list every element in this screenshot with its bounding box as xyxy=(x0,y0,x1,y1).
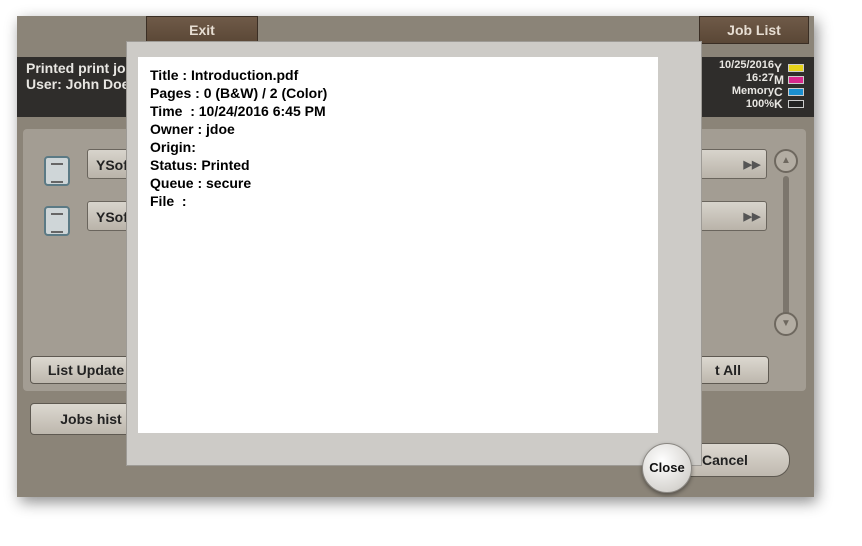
header-user: User: John Doe xyxy=(26,76,130,92)
toner-black: K xyxy=(774,97,806,111)
toner-yellow-bar xyxy=(788,64,804,72)
double-arrow-right-icon[interactable]: ▶▶ xyxy=(738,150,766,178)
toner-levels: Y M C K xyxy=(774,61,806,111)
scrollbar[interactable] xyxy=(783,176,789,324)
memory-label: Memory xyxy=(731,85,774,97)
job-details-dialog: Title : Introduction.pdf Pages : 0 (B&W)… xyxy=(126,41,702,466)
device-status: 10/25/2016 16:27 Memory 100% xyxy=(719,59,774,111)
header-title: Printed print job xyxy=(26,60,135,76)
status-time: 16:27 xyxy=(745,72,774,84)
close-button[interactable]: Close xyxy=(642,443,692,493)
document-icon xyxy=(44,206,70,236)
scroll-up-icon[interactable]: ▲ xyxy=(774,149,798,173)
scroll-down-icon[interactable]: ▼ xyxy=(774,312,798,336)
document-icon xyxy=(44,156,70,186)
exit-button[interactable]: Exit xyxy=(146,16,258,44)
detail-status: Status: Printed xyxy=(150,157,250,173)
detail-queue: Queue : secure xyxy=(150,175,252,191)
toner-black-bar xyxy=(788,100,804,108)
detail-title: Title : Introduction.pdf xyxy=(150,67,299,83)
detail-origin: Origin: xyxy=(150,139,196,155)
memory-value: 100% xyxy=(745,98,774,110)
toner-cyan-bar xyxy=(788,88,804,96)
job-details-content: Title : Introduction.pdf Pages : 0 (B&W)… xyxy=(138,57,658,433)
detail-pages: Pages : 0 (B&W) / 2 (Color) xyxy=(150,85,328,101)
double-arrow-right-icon[interactable]: ▶▶ xyxy=(738,202,766,230)
status-date: 10/25/2016 xyxy=(718,59,774,71)
detail-owner: Owner : jdoe xyxy=(150,121,235,137)
detail-time: Time : 10/24/2016 6:45 PM xyxy=(150,103,326,119)
screen-header: Printed print job User: John Doe xyxy=(26,60,134,92)
job-list-button[interactable]: Job List xyxy=(699,16,809,44)
detail-file: File : xyxy=(150,193,187,209)
toner-magenta-bar xyxy=(788,76,804,84)
